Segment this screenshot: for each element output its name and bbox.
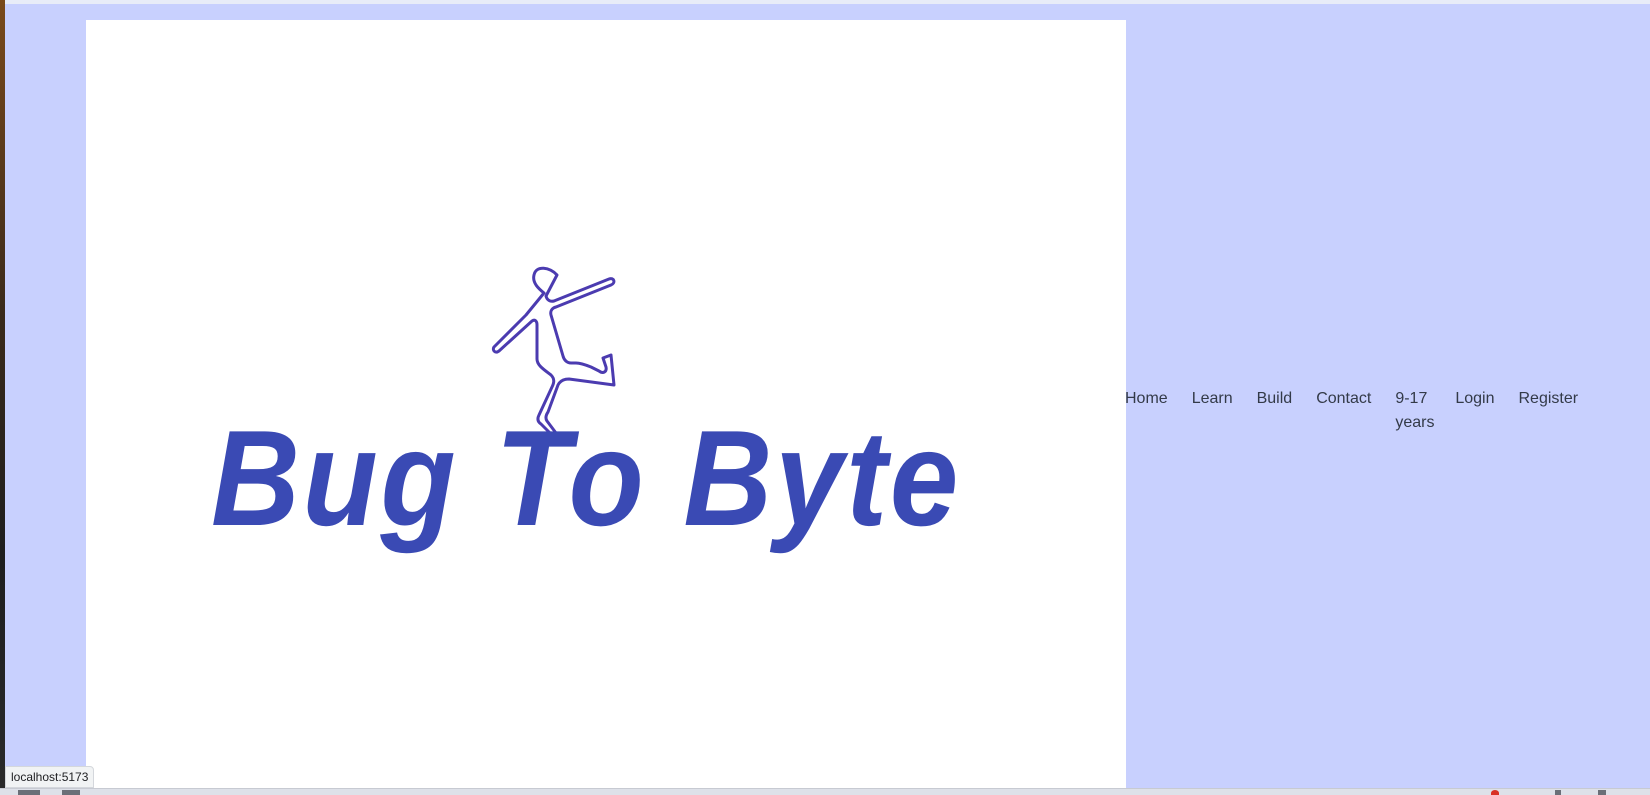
nav-item-home[interactable]: Home <box>1125 387 1168 411</box>
taskbar-app-icon[interactable] <box>62 790 80 795</box>
tray-icon[interactable] <box>1598 790 1606 795</box>
brand-logo[interactable]: Bug To Byte <box>211 255 1001 585</box>
taskbar-app-icon[interactable] <box>18 790 40 795</box>
notification-icon[interactable] <box>1491 790 1499 795</box>
nav-item-age-range[interactable]: 9-17 years <box>1395 387 1439 435</box>
nav-item-contact[interactable]: Contact <box>1316 387 1371 411</box>
page: Bug To Byte Home Learn Build Contact 9-1… <box>5 4 1650 788</box>
taskbar <box>0 788 1650 795</box>
tray-icon[interactable] <box>1555 790 1561 795</box>
brand-name: Bug To Byte <box>211 402 961 554</box>
link-status-bubble: localhost:5173 <box>5 766 95 788</box>
nav-item-login[interactable]: Login <box>1455 387 1494 411</box>
nav-item-learn[interactable]: Learn <box>1192 387 1233 411</box>
hero-banner: Bug To Byte <box>86 20 1126 788</box>
nav-item-register[interactable]: Register <box>1518 387 1578 411</box>
main-nav: Home Learn Build Contact 9-17 years Logi… <box>1125 387 1578 435</box>
nav-item-build[interactable]: Build <box>1257 387 1293 411</box>
